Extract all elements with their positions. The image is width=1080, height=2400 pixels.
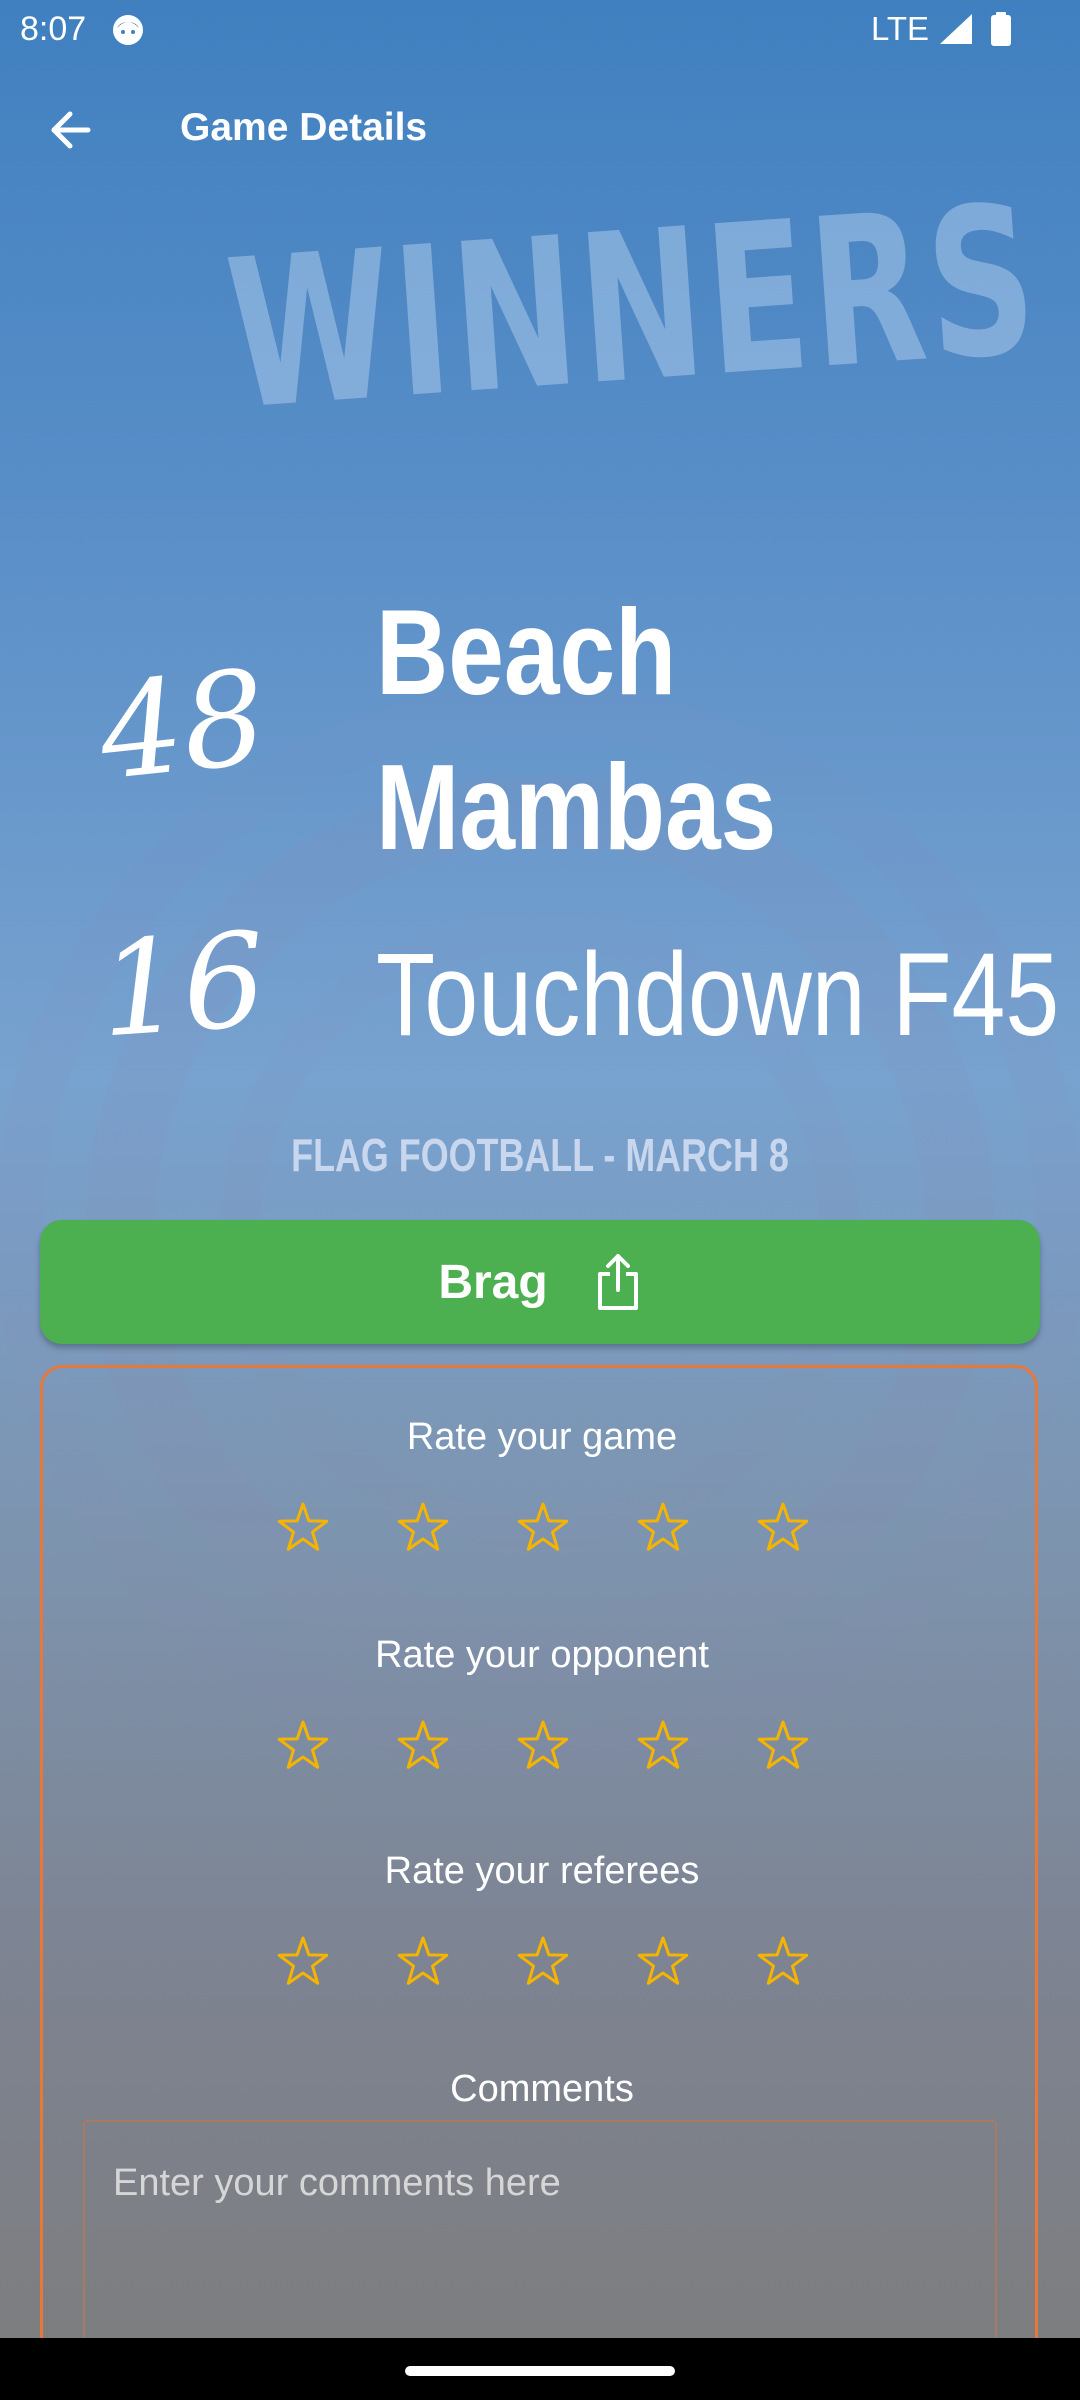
star-icon[interactable] bbox=[633, 1498, 693, 1558]
signal-icon bbox=[940, 14, 972, 44]
share-icon bbox=[597, 1254, 638, 1310]
star-icon[interactable] bbox=[393, 1932, 453, 1992]
back-button[interactable] bbox=[38, 98, 102, 162]
star-icon[interactable] bbox=[273, 1932, 333, 1992]
star-icon[interactable] bbox=[513, 1498, 573, 1558]
star-icon[interactable] bbox=[753, 1498, 813, 1558]
star-icon[interactable] bbox=[633, 1716, 693, 1776]
star-icon[interactable] bbox=[753, 1932, 813, 1992]
rate-opponent-stars bbox=[43, 1716, 1041, 1786]
battery-icon bbox=[991, 12, 1011, 46]
brag-button[interactable]: Brag bbox=[40, 1220, 1040, 1344]
rating-panel: Rate your game Rate your opponent Rate y… bbox=[40, 1365, 1038, 2400]
star-icon[interactable] bbox=[393, 1716, 453, 1776]
star-icon[interactable] bbox=[273, 1716, 333, 1776]
winners-text: WINNERS bbox=[220, 160, 1046, 456]
home-gesture-handle[interactable] bbox=[405, 2366, 675, 2376]
star-icon[interactable] bbox=[273, 1498, 333, 1558]
status-time: 8:07 bbox=[20, 10, 87, 48]
star-icon[interactable] bbox=[753, 1716, 813, 1776]
rate-game-label: Rate your game bbox=[406, 1416, 678, 1458]
star-icon[interactable] bbox=[513, 1716, 573, 1776]
comments-label: Comments bbox=[450, 2068, 634, 2110]
star-icon[interactable] bbox=[513, 1932, 573, 1992]
game-subtitle: FLAG FOOTBALL - MARCH 8 bbox=[291, 1129, 789, 1181]
face-icon bbox=[113, 15, 143, 45]
network-type: LTE bbox=[871, 10, 930, 47]
winner-team-name: Beach Mambas bbox=[376, 584, 777, 875]
winners-heading: WINNERS bbox=[140, 161, 1045, 460]
status-bar: 8:07 LTE bbox=[0, 0, 1080, 60]
star-icon[interactable] bbox=[393, 1498, 453, 1558]
loser-score: 16 bbox=[94, 903, 271, 1067]
rate-referees-stars bbox=[43, 1932, 1041, 2002]
page-title: Game Details bbox=[180, 106, 428, 149]
arrow-back-icon bbox=[51, 111, 91, 149]
rate-referees-label: Rate your referees bbox=[384, 1850, 700, 1892]
loser-team-name: Touchdown F45 bbox=[376, 929, 1060, 1061]
rate-game-stars bbox=[43, 1498, 1041, 1568]
star-icon[interactable] bbox=[633, 1932, 693, 1992]
brag-button-label: Brag bbox=[438, 1255, 548, 1309]
winner-score: 48 bbox=[92, 640, 273, 810]
rate-opponent-label: Rate your opponent bbox=[375, 1634, 709, 1676]
